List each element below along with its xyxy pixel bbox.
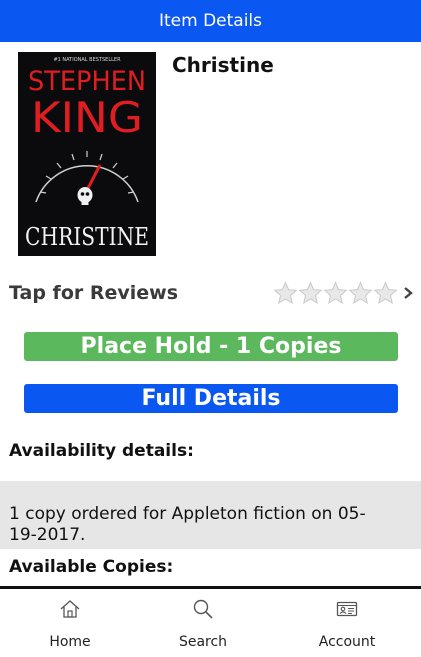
chevron-right-icon[interactable]	[401, 285, 415, 301]
item-details-screen: Item Details #1 NATIONAL BESTSELLER STEP…	[0, 0, 421, 657]
cover-badge: #1 NATIONAL BESTSELLER	[53, 57, 121, 63]
tab-home[interactable]: Home	[0, 589, 140, 657]
available-copies-heading: Available Copies:	[9, 557, 174, 577]
account-card-icon	[336, 601, 358, 617]
cover-title-art: CHRISTINE	[25, 223, 149, 251]
reviews-row[interactable]: Tap for Reviews	[0, 280, 421, 308]
tab-home-label: Home	[49, 634, 91, 650]
star-empty-icon	[348, 281, 373, 305]
tab-account-label: Account	[318, 634, 376, 650]
tab-account[interactable]: Account	[277, 589, 417, 657]
tab-search[interactable]: Search	[133, 589, 273, 657]
cover-author-line2: KING	[31, 93, 143, 142]
book-cover-image[interactable]: #1 NATIONAL BESTSELLER STEPHEN KING CHRI…	[18, 52, 156, 256]
rating-stars[interactable]	[273, 281, 398, 305]
place-hold-button[interactable]: Place Hold - 1 Copies	[24, 332, 398, 361]
search-icon	[193, 599, 213, 619]
star-empty-icon	[273, 281, 298, 305]
tab-search-label: Search	[178, 634, 228, 650]
bottom-tab-bar: Home Search Account	[0, 586, 421, 657]
book-title: Christine	[172, 53, 274, 77]
availability-text: 1 copy ordered for Appleton fiction on 0…	[9, 504, 366, 545]
star-empty-icon	[373, 281, 398, 305]
header-bar: Item Details	[0, 0, 421, 42]
page-title: Item Details	[158, 11, 263, 31]
availability-box: 1 copy ordered for Appleton fiction on 0…	[0, 481, 421, 549]
reviews-label[interactable]: Tap for Reviews	[9, 282, 178, 304]
home-icon	[60, 600, 80, 618]
star-empty-icon	[323, 281, 348, 305]
star-empty-icon	[298, 281, 323, 305]
availability-heading: Availability details:	[9, 441, 194, 461]
full-details-button[interactable]: Full Details	[24, 384, 398, 413]
